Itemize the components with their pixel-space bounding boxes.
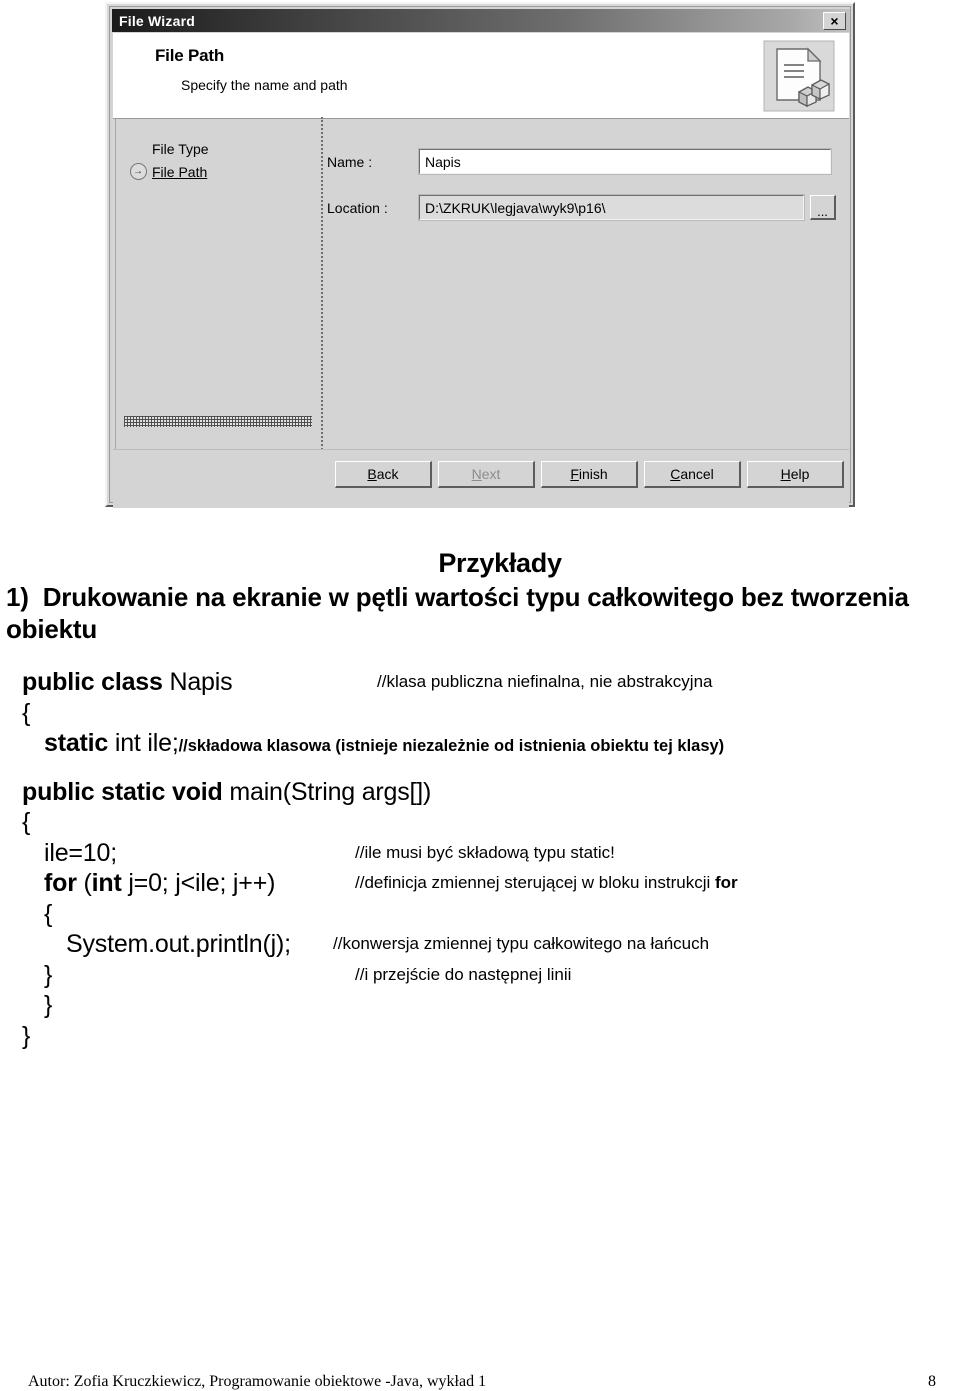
back-mnemonic: B <box>367 466 377 482</box>
code-text: } <box>44 960 53 989</box>
code-block: public class Napis //klasa publiczna nie… <box>0 667 960 1051</box>
code-comment-keyword: for <box>715 873 738 893</box>
wizard-header-title: File Path <box>155 46 225 65</box>
code-line-12: } <box>22 1021 31 1050</box>
help-button-label: Help <box>781 466 810 482</box>
footer-author: Autor: Zofia Kruczkiewicz, Programowanie… <box>28 1373 487 1390</box>
cancel-button-label: Cancel <box>670 466 714 482</box>
code-text: ( <box>83 869 92 898</box>
back-button-label: Back <box>367 466 398 482</box>
finish-button[interactable]: Finish <box>541 461 638 488</box>
help-mnemonic: H <box>780 466 791 482</box>
code-keyword: int <box>91 869 129 898</box>
slide-content: Przykłady 1) Drukowanie na ekranie w pętl… <box>0 548 960 1051</box>
code-text: ile=10; <box>44 838 117 867</box>
heading-item-1: 1) Drukowanie na ekranie w pętli wartości… <box>0 581 960 645</box>
cancel-mnemonic: C <box>670 466 681 482</box>
browse-location-button[interactable]: ... <box>810 195 836 220</box>
location-field-row: Location : D:\ZKRUK\legjava\wyk9\p16\ ..… <box>327 194 836 221</box>
progress-hatch-bar <box>124 416 312 427</box>
wizard-step-label: File Path <box>152 163 208 180</box>
wizard-step-file-path[interactable]: → File Path <box>126 160 209 183</box>
code-comment-a: //definicja zmiennej sterującej w bloku … <box>355 873 715 893</box>
code-line-5: { <box>22 808 31 837</box>
back-button[interactable]: Back <box>335 461 432 488</box>
next-button-label: Next <box>472 466 501 482</box>
code-text: j=0; j<ile; j++) <box>128 869 276 898</box>
next-button[interactable]: Next <box>438 461 535 488</box>
dialog-buttons: Back Next Finish Cancel Help <box>335 461 844 488</box>
heading-text: Drukowanie na ekranie w pętli wartości t… <box>6 582 909 645</box>
dialog-titlebar[interactable]: File Wizard × <box>112 9 850 32</box>
code-text: int ile; <box>114 729 179 758</box>
code-keyword: public class <box>22 668 170 697</box>
location-field-label: Location : <box>327 199 388 216</box>
step-marker: → <box>126 163 150 180</box>
dialog-inner-frame: File Wizard × File Path Specify the name… <box>109 6 851 508</box>
code-line-4: public static void main(String args[]) <box>22 777 960 808</box>
help-button[interactable]: Help <box>747 461 844 488</box>
wizard-step-label: File Type <box>152 140 209 157</box>
code-comment: //klasa publiczna niefinalna, nie abstra… <box>377 672 713 692</box>
name-field-label: Name : <box>327 153 373 170</box>
code-line-6: ile=10; //ile musi być składową typu sta… <box>22 838 960 869</box>
code-line-3: static int ile;//składowa klasowa (istni… <box>22 728 960 759</box>
code-line-9: System.out.println(j); //konwersja zmien… <box>22 929 960 960</box>
help-button-rest: elp <box>790 466 810 482</box>
code-line-1: public class Napis //klasa publiczna nie… <box>22 667 960 698</box>
code-line-10: } //i przejście do następnej linii <box>22 960 960 991</box>
code-comment: //definicja zmiennej sterującej w bloku … <box>355 873 738 894</box>
code-spacer <box>22 759 960 777</box>
code-comment: //ile musi być składową typu static! <box>355 842 615 862</box>
finish-button-rest: inish <box>578 466 608 482</box>
wizard-form-pane: Name : Napis Location : D:\ZKRUK\legjava… <box>327 119 847 449</box>
wizard-header: File Path Specify the name and path <box>113 33 849 119</box>
dialog-body: File Type → File Path Name : Napis Locat… <box>113 117 849 465</box>
code-comment: //składowa klasowa (istnieje niezależnie… <box>178 737 725 756</box>
arrow-right-circle-icon: → <box>129 163 147 180</box>
wizard-step-file-type[interactable]: File Type <box>126 137 209 160</box>
pane-divider <box>321 117 323 465</box>
document-with-blocks-icon <box>763 40 835 112</box>
file-wizard-dialog: File Wizard × File Path Specify the name… <box>105 2 855 508</box>
close-icon[interactable]: × <box>823 12 846 30</box>
next-mnemonic: N <box>471 466 482 482</box>
code-text: main(String args[]) <box>229 777 432 806</box>
back-button-rest: ack <box>376 466 399 482</box>
location-input[interactable]: D:\ZKRUK\legjava\wyk9\p16\ <box>418 194 805 221</box>
wizard-header-subtitle: Specify the name and path <box>181 77 348 93</box>
code-comment: //i przejście do następnej linii <box>355 964 572 984</box>
cancel-button-rest: ancel <box>680 466 714 482</box>
page-title: Przykłady <box>438 548 562 578</box>
wizard-step-pane: File Type → File Path <box>115 119 319 449</box>
code-line-8: { <box>44 899 53 928</box>
heading-number: 1) <box>6 582 29 612</box>
next-button-rest: ext <box>481 466 501 482</box>
dialog-button-bar: Back Next Finish Cancel Help <box>113 449 849 508</box>
code-keyword: static <box>44 729 115 758</box>
code-text: Napis <box>169 668 233 697</box>
finish-mnemonic: F <box>570 466 579 482</box>
code-keyword: public static void <box>22 777 230 806</box>
code-comment: //konwersja zmiennej typu całkowitego na… <box>333 934 710 954</box>
wizard-step-list: File Type → File Path <box>126 137 209 183</box>
dialog-title: File Wizard <box>119 12 195 29</box>
name-field-row: Name : Napis <box>327 148 832 175</box>
code-line-7: for (int j=0; j<ile; j++) //definicja zm… <box>22 868 960 899</box>
code-text: System.out.println(j); <box>66 930 291 959</box>
code-keyword: for <box>44 869 84 898</box>
name-input[interactable]: Napis <box>418 148 832 175</box>
cancel-button[interactable]: Cancel <box>644 461 741 488</box>
code-line-11: } <box>44 991 53 1020</box>
code-line-2: { <box>22 698 31 727</box>
finish-button-label: Finish <box>570 466 607 482</box>
footer-page-number: 8 <box>928 1373 936 1390</box>
